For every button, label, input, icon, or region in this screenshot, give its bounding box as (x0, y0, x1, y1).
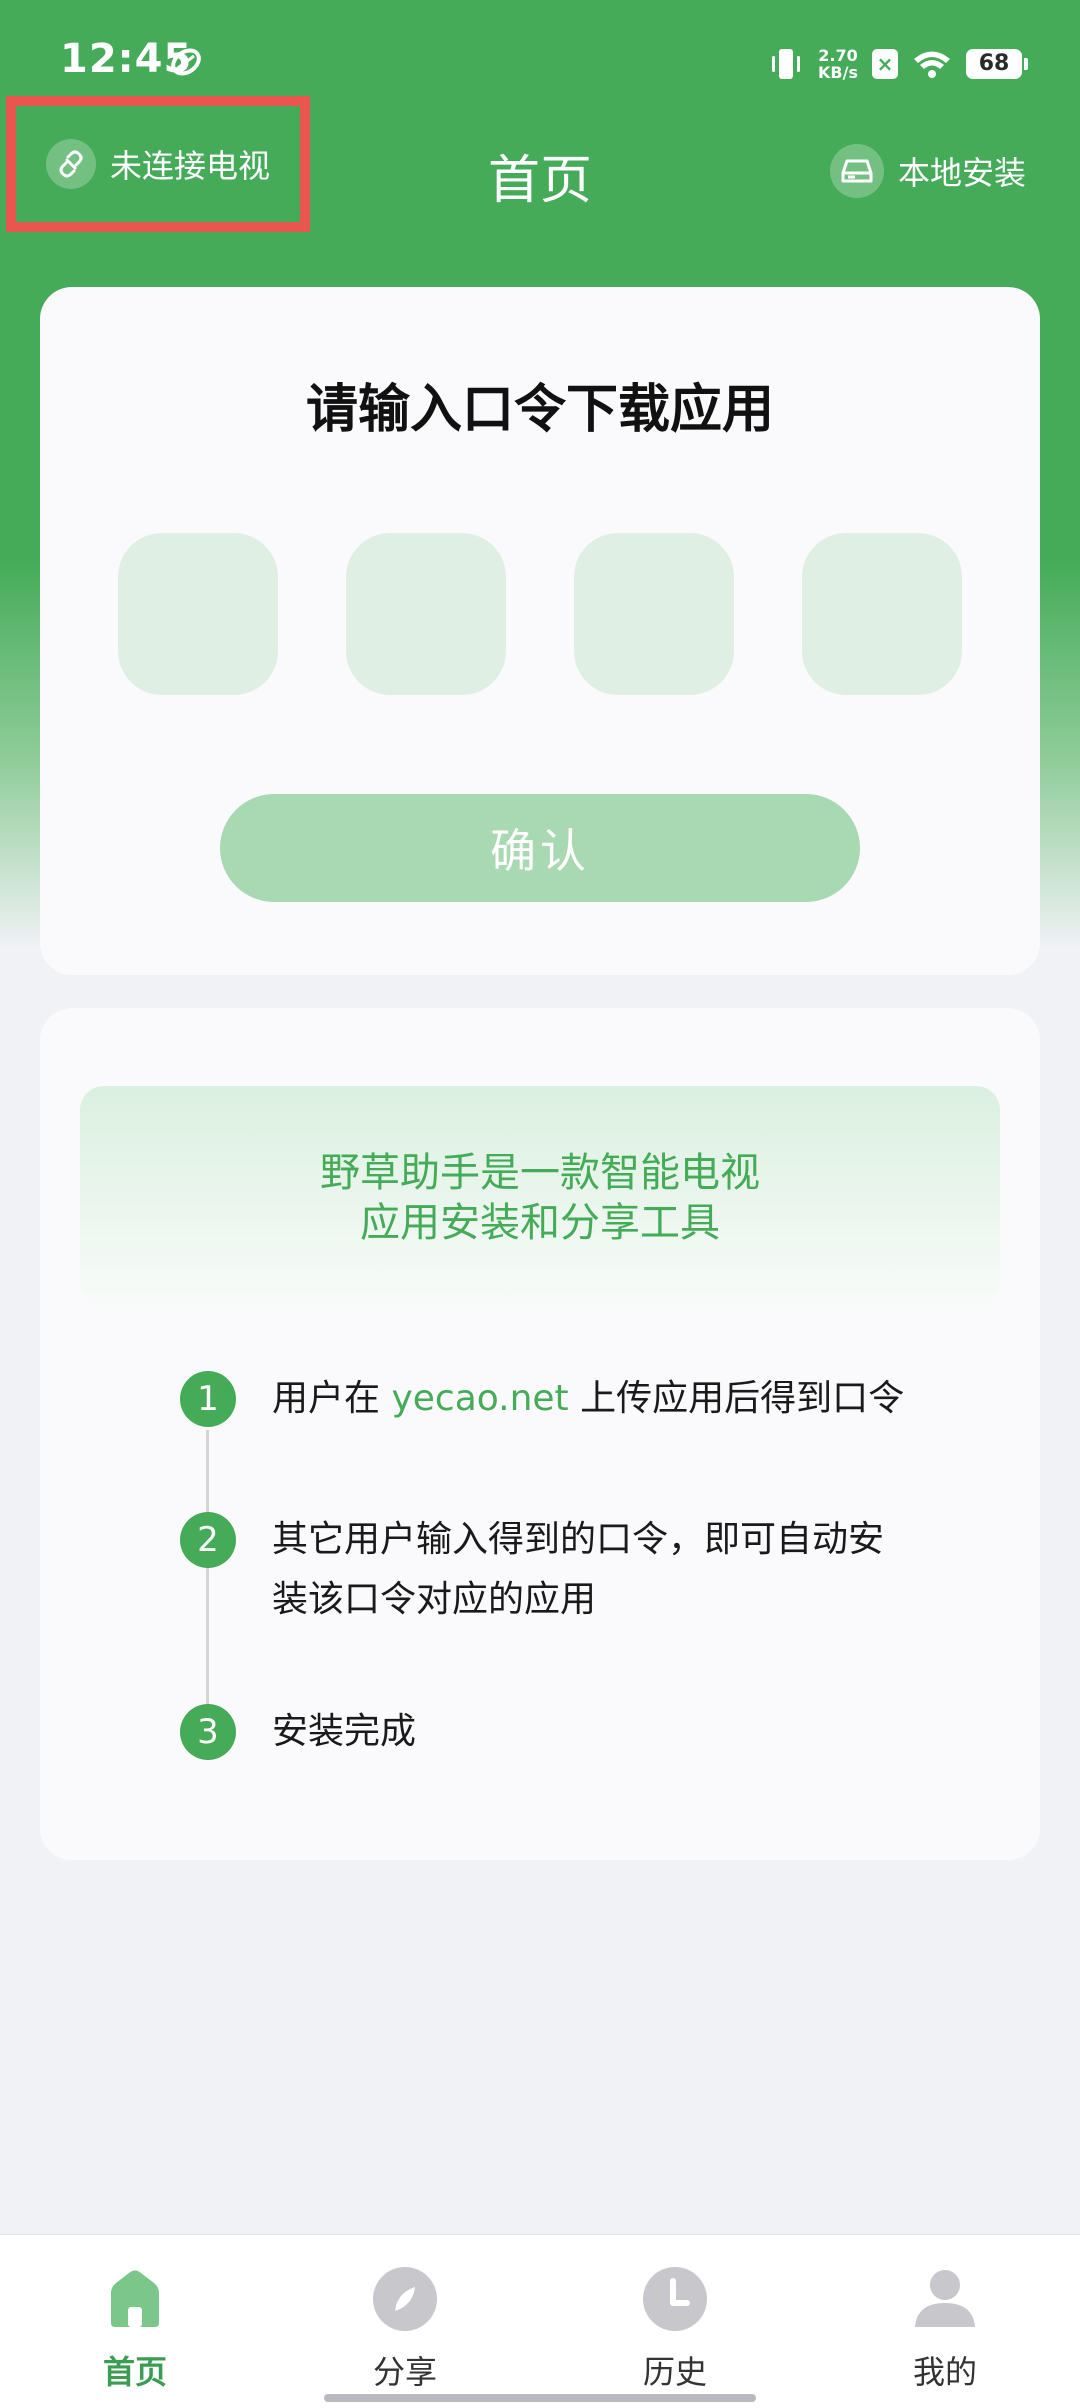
clock-icon (643, 2267, 707, 2331)
step-2-number: 2 (180, 1512, 236, 1568)
nav-item-history[interactable]: 历史 (540, 2235, 810, 2408)
local-install-button[interactable]: 本地安装 (829, 144, 1026, 198)
compass-icon (373, 2267, 437, 2331)
status-bar: 12:45 2.70 KB/s × 68 (0, 0, 1080, 96)
sim-disabled-icon: × (872, 49, 898, 79)
code-input-row (118, 533, 962, 695)
nav-label-history: 历史 (642, 2353, 707, 2391)
network-speed-unit: KB/s (818, 63, 858, 82)
step-1-text: 用户在 yecao.net 上传应用后得到口令 (272, 1369, 904, 1429)
status-icons: 2.70 KB/s × 68 (768, 40, 1028, 88)
step-2-line-2: 装该口令对应的应用 (272, 1579, 597, 1620)
code-input-2[interactable] (346, 533, 506, 695)
code-entry-heading: 请输入口令下载应用 (305, 380, 774, 440)
home-indicator[interactable] (324, 2394, 756, 2402)
home-icon (111, 2270, 159, 2327)
wifi-icon (914, 51, 950, 78)
step-3: 3 安装完成 (180, 1704, 416, 1762)
step-1-site-link: yecao.net (391, 1378, 569, 1419)
code-input-4[interactable] (802, 533, 962, 695)
nav-label-share: 分享 (372, 2353, 437, 2391)
step-1-text-before: 用户在 (272, 1378, 392, 1419)
step-2-text: 其它用户输入得到的口令，即可自动安 装该口令对应的应用 (272, 1510, 884, 1630)
leaf-icon (171, 48, 201, 76)
confirm-button[interactable]: 确认 (220, 794, 860, 902)
step-1-text-after: 上传应用后得到口令 (568, 1378, 905, 1419)
step-3-number: 3 (180, 1704, 236, 1760)
intro-text: 野草助手是一款智能电视 应用安装和分享工具 (80, 1148, 1000, 1248)
nav-item-home[interactable]: 首页 (0, 2235, 270, 2408)
home-screen: 12:45 2.70 KB/s × 68 未连接电视 首页 本地安装 请输入口令… (0, 0, 1080, 2408)
nav-label-home: 首页 (102, 2353, 167, 2391)
step-2: 2 其它用户输入得到的口令，即可自动安 装该口令对应的应用 (180, 1512, 884, 1630)
vibrate-icon (772, 49, 801, 79)
intro-line-1: 野草助手是一款智能电视 (320, 1150, 760, 1196)
code-input-3[interactable] (574, 533, 734, 695)
nav-item-profile[interactable]: 我的 (810, 2235, 1080, 2408)
intro-line-2: 应用安装和分享工具 (360, 1200, 720, 1246)
step-3-text: 安装完成 (272, 1711, 417, 1752)
network-speed: 2.70 KB/s (818, 47, 858, 81)
user-icon (915, 2270, 975, 2327)
local-install-label: 本地安装 (897, 154, 1026, 192)
network-speed-value: 2.70 (818, 46, 858, 65)
code-input-1[interactable] (118, 533, 278, 695)
step-2-line-1: 其它用户输入得到的口令，即可自动安 (272, 1519, 885, 1560)
code-entry-card: 请输入口令下载应用 确认 (40, 287, 1040, 975)
step-1-number: 1 (180, 1371, 236, 1427)
nav-label-profile: 我的 (912, 2353, 977, 2391)
battery-icon: 68 (966, 49, 1028, 79)
bottom-nav: 首页 分享 历史 我的 (0, 2234, 1080, 2408)
nav-item-share[interactable]: 分享 (270, 2235, 540, 2408)
drive-icon (829, 144, 884, 198)
app-header: 未连接电视 首页 本地安装 (0, 96, 1080, 256)
intro-banner: 野草助手是一款智能电视 应用安装和分享工具 (80, 1086, 1000, 1308)
step-1: 1 用户在 yecao.net 上传应用后得到口令 (180, 1371, 904, 1429)
